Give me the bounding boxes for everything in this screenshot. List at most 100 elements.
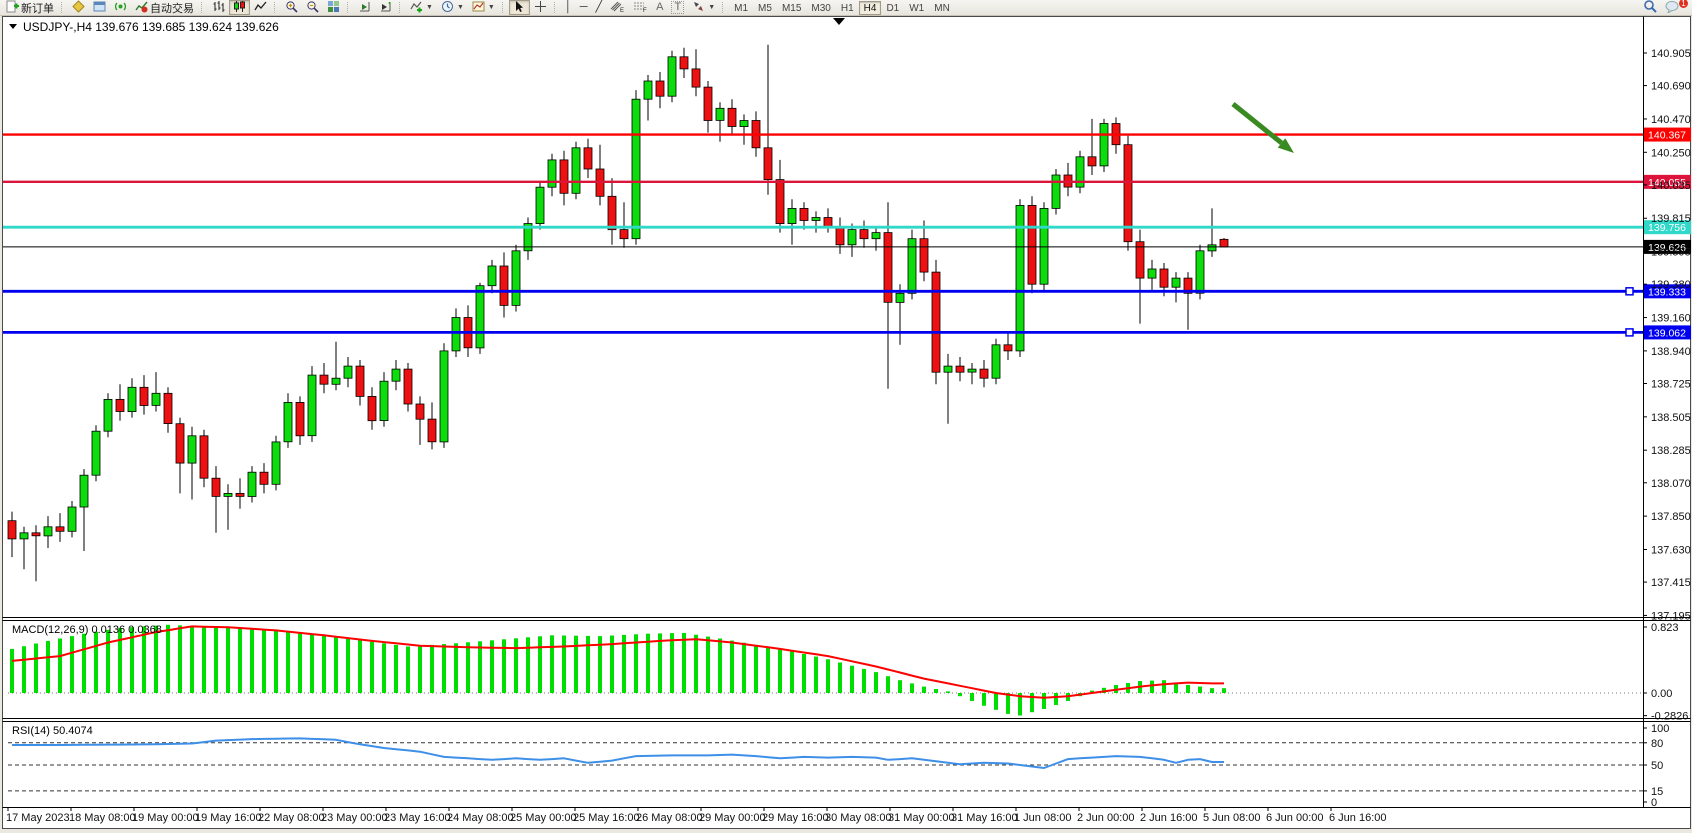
trendline-button[interactable]: ╱ xyxy=(591,0,606,15)
macd-histogram-bar xyxy=(22,646,26,693)
hline-handle[interactable] xyxy=(1626,329,1633,336)
macd-histogram-bar xyxy=(538,636,542,693)
macd-histogram-bar xyxy=(406,647,410,694)
candle-bullish xyxy=(536,187,544,223)
macd-histogram-bar xyxy=(718,639,722,694)
navigator-button[interactable] xyxy=(68,0,89,15)
timeframe-w1[interactable]: W1 xyxy=(904,1,929,15)
autotrade-button[interactable]: 自动交易 xyxy=(131,0,198,15)
line-chart-button[interactable] xyxy=(250,0,271,15)
macd-histogram-bar xyxy=(994,693,998,710)
crosshair-button[interactable] xyxy=(530,0,551,15)
time-axis[interactable] xyxy=(3,808,1643,828)
candle-bearish xyxy=(692,69,700,87)
price-axis[interactable] xyxy=(1644,16,1692,808)
macd-histogram-bar xyxy=(346,639,350,693)
macd-histogram-bar xyxy=(562,636,566,694)
candle-bearish xyxy=(608,196,616,229)
timeframe-m1[interactable]: M1 xyxy=(729,1,753,15)
macd-histogram-bar xyxy=(1186,685,1190,693)
new-order-button[interactable]: 新订单 xyxy=(2,0,58,15)
candle-bullish xyxy=(380,381,388,420)
macd-histogram-bar xyxy=(226,628,230,693)
macd-histogram-bar xyxy=(298,633,302,693)
vertical-line-button[interactable]: │ xyxy=(561,0,576,15)
auto-scroll-button[interactable] xyxy=(354,0,375,15)
macd-histogram-bar xyxy=(766,647,770,693)
candle-bearish xyxy=(32,533,40,536)
text-button[interactable]: A xyxy=(652,0,667,15)
arrows-button[interactable]: ▼ xyxy=(688,0,719,15)
cursor-button[interactable] xyxy=(509,0,530,15)
periods-button[interactable]: ▼ xyxy=(437,0,468,15)
macd-histogram-bar xyxy=(10,649,14,693)
candle-bearish xyxy=(320,375,328,384)
candle-bullish xyxy=(812,218,820,221)
candle-bullish xyxy=(848,230,856,245)
chat-button[interactable]: 1 xyxy=(1661,0,1684,15)
timeframe-d1[interactable]: D1 xyxy=(881,1,904,15)
macd-histogram-bar xyxy=(922,687,926,693)
candle-bullish xyxy=(668,57,676,96)
timeframe-h1[interactable]: H1 xyxy=(836,1,859,15)
fibonacci-icon: F xyxy=(633,0,648,16)
candle-bearish xyxy=(1028,205,1036,284)
text-label-button[interactable]: T xyxy=(667,0,688,15)
candle-bearish xyxy=(368,396,376,420)
candlestick-chart-button[interactable] xyxy=(229,0,250,15)
equidistant-channel-button[interactable]: E xyxy=(606,0,629,15)
timeframe-mn[interactable]: MN xyxy=(929,1,955,15)
tile-windows-icon xyxy=(327,0,340,16)
arrows-icon xyxy=(692,0,705,16)
equidistant-channel-icon: E xyxy=(610,0,625,16)
candle-bearish xyxy=(728,108,736,126)
macd-histogram-bar xyxy=(454,643,458,693)
toolbar-separator xyxy=(274,2,278,13)
zoom-in-button[interactable] xyxy=(281,0,302,15)
macd-histogram-bar xyxy=(670,633,674,693)
candle-bullish xyxy=(644,81,652,99)
macd-histogram-bar xyxy=(958,693,962,696)
macd-histogram-bar xyxy=(790,651,794,693)
macd-histogram-bar xyxy=(802,654,806,693)
hline-handle[interactable] xyxy=(1626,288,1633,295)
candle-bullish xyxy=(1172,278,1180,287)
candle-bullish xyxy=(1148,269,1156,278)
horizontal-line-button[interactable]: ─ xyxy=(576,0,592,15)
navigator-icon xyxy=(72,0,85,16)
market-watch-button[interactable] xyxy=(89,0,110,15)
timeframe-m15[interactable]: M15 xyxy=(777,1,806,15)
macd-histogram-bar xyxy=(682,633,686,693)
signals-button[interactable] xyxy=(110,0,131,15)
macd-histogram-bar xyxy=(1006,693,1010,714)
indicators-button[interactable]: ▼ xyxy=(406,0,437,15)
search-button[interactable] xyxy=(1639,0,1661,15)
candle-bullish xyxy=(488,266,496,286)
macd-histogram-bar xyxy=(1054,693,1058,705)
periods-dropdown-caret: ▼ xyxy=(457,4,464,11)
timeframe-m5[interactable]: M5 xyxy=(753,1,777,15)
candle-bearish xyxy=(56,527,64,532)
templates-button[interactable]: ▼ xyxy=(468,0,499,15)
timeframe-h4[interactable]: H4 xyxy=(859,1,882,15)
timeframe-m30[interactable]: M30 xyxy=(806,1,835,15)
bar-chart-button[interactable] xyxy=(208,0,229,15)
candle-bearish xyxy=(416,404,424,419)
candle-bullish xyxy=(1040,208,1048,284)
tile-windows-button[interactable] xyxy=(323,0,344,15)
macd-histogram-bar xyxy=(970,693,974,701)
macd-histogram-bar xyxy=(1150,681,1154,693)
fibonacci-button[interactable]: F xyxy=(629,0,652,15)
chart-shift-button[interactable] xyxy=(375,0,396,15)
macd-histogram-bar xyxy=(742,643,746,693)
macd-histogram-bar xyxy=(94,632,98,693)
macd-histogram-bar xyxy=(574,636,578,693)
macd-histogram-bar xyxy=(178,625,182,693)
svg-text:F: F xyxy=(643,8,647,13)
periods-clock-icon xyxy=(441,0,454,16)
macd-histogram-bar xyxy=(550,635,554,693)
zoom-out-button[interactable] xyxy=(302,0,323,15)
candle-bullish xyxy=(308,375,316,436)
chart-window: 140.367140.055139.756139.626139.333139.0… xyxy=(0,16,1692,833)
macd-histogram-bar xyxy=(778,649,782,693)
